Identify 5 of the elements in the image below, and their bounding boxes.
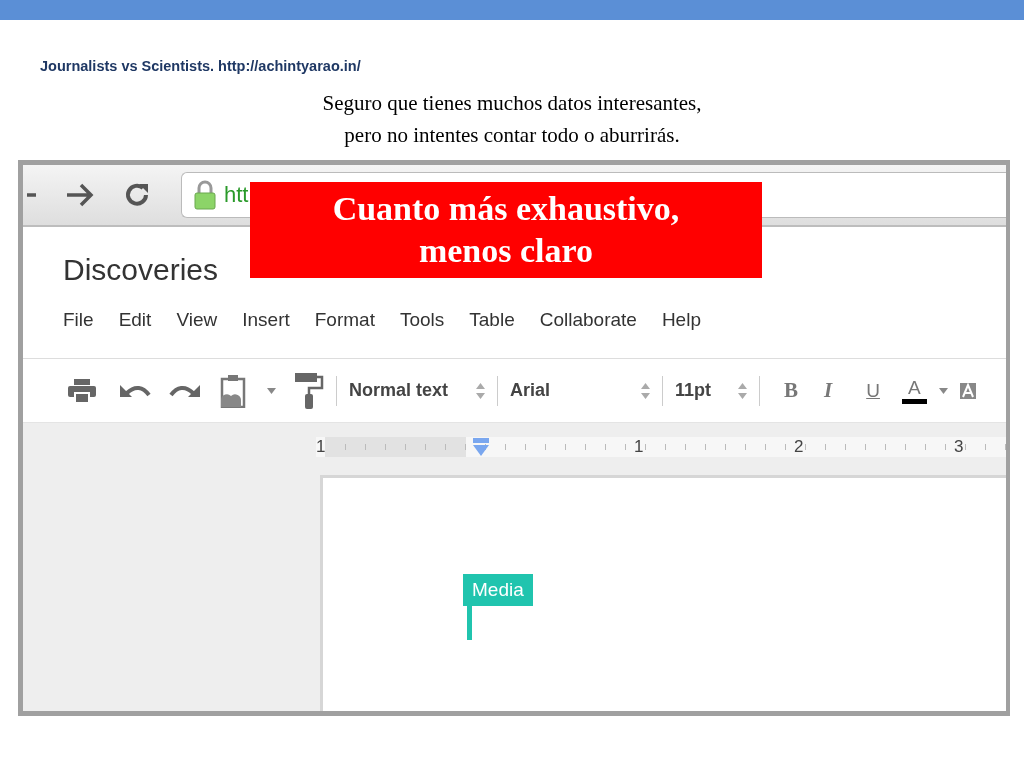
source-text: Journalists vs Scientists. http://achintyarao.in/ bbox=[40, 58, 361, 74]
url-text: htt bbox=[224, 182, 249, 208]
ruler-number: 1 bbox=[316, 437, 326, 457]
caption-text: Seguro que tienes muchos datos interesantes, pero no intentes contar todo o aburrirás. bbox=[322, 90, 702, 149]
callout-tooltip: Cuanto más exhaustivo, menos claro bbox=[250, 182, 762, 278]
